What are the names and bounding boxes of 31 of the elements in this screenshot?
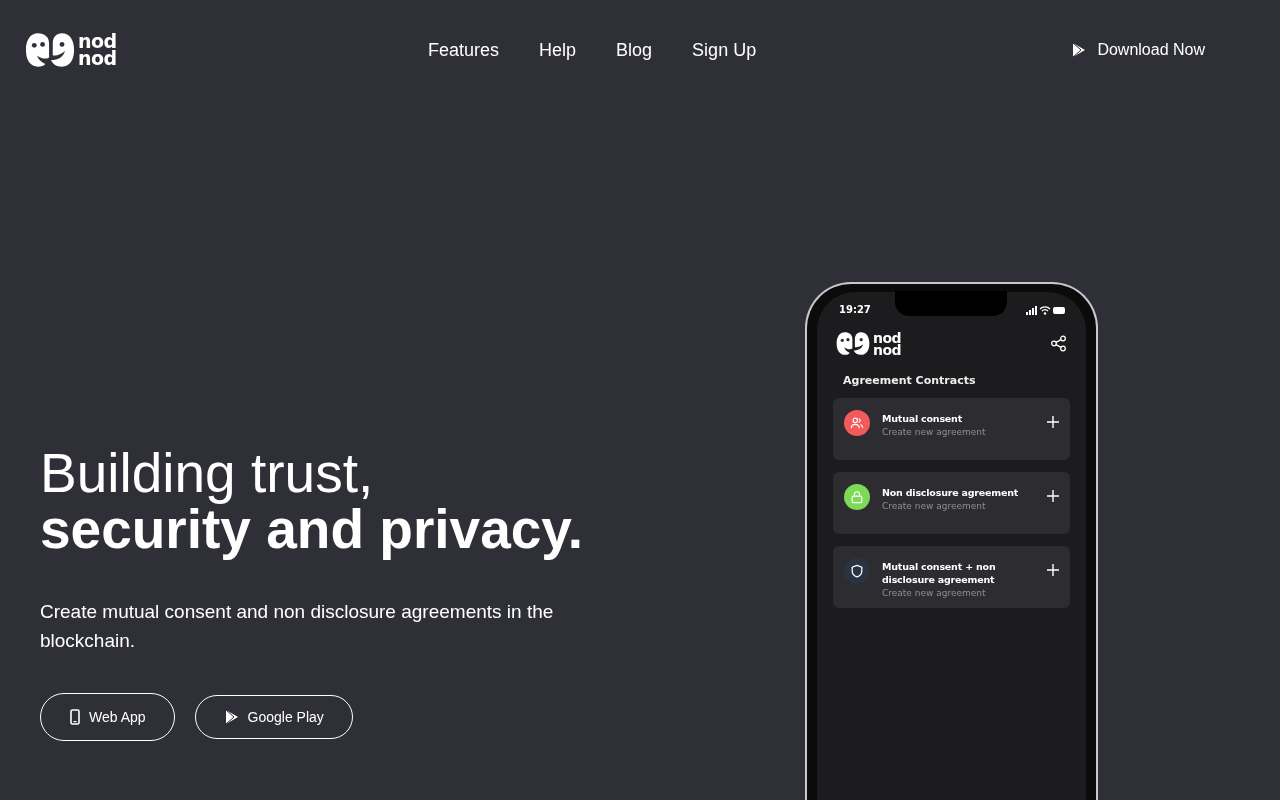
nav-link[interactable]: Sign Up — [692, 39, 757, 61]
plus-icon[interactable] — [1046, 489, 1060, 503]
lock-icon — [850, 490, 864, 504]
agreement-card[interactable]: Non disclosure agreement Create new agreement — [833, 472, 1070, 534]
agreement-subtitle: Create new agreement — [882, 588, 987, 598]
shield-icon — [850, 564, 864, 578]
agreement-title: Non disclosure agreement — [882, 486, 1020, 499]
logo-wordmark: nod nod — [78, 33, 117, 67]
agreement-title: Mutual consent — [882, 412, 964, 425]
agreement-subtitle: Create new agreement — [882, 501, 987, 511]
smiling-faces-icon — [836, 331, 870, 356]
logo-wordmark: nod nod — [873, 331, 902, 356]
section-title: Agreement Contracts — [843, 374, 977, 387]
plus-icon[interactable] — [1046, 415, 1060, 429]
nav-link[interactable]: Blog — [616, 39, 653, 61]
download-button[interactable]: Download Now — [1071, 41, 1205, 59]
smiling-faces-icon — [25, 32, 75, 68]
people-icon — [850, 416, 864, 430]
hero-subtitle: Create mutual consent and non disclosure agreements in the blockchain. — [40, 600, 555, 653]
agreement-card[interactable]: Mutual consent + non disclosure agreement Create new agreement — [833, 546, 1070, 608]
phone-icon — [69, 709, 81, 725]
nav-link[interactable]: Help — [539, 39, 577, 61]
nav-link[interactable]: Features — [428, 39, 500, 61]
agreement-title: Mutual consent + non disclosure agreement — [882, 560, 997, 586]
agreement-card[interactable]: Mutual consent Create new agreement — [833, 398, 1070, 460]
agreement-subtitle: Create new agreement — [882, 427, 987, 437]
status-icons — [1026, 304, 1066, 315]
play-icon — [223, 709, 240, 725]
status-time: 19:27 — [839, 304, 871, 315]
share-icon[interactable] — [1050, 335, 1067, 352]
plus-icon[interactable] — [1046, 563, 1060, 577]
